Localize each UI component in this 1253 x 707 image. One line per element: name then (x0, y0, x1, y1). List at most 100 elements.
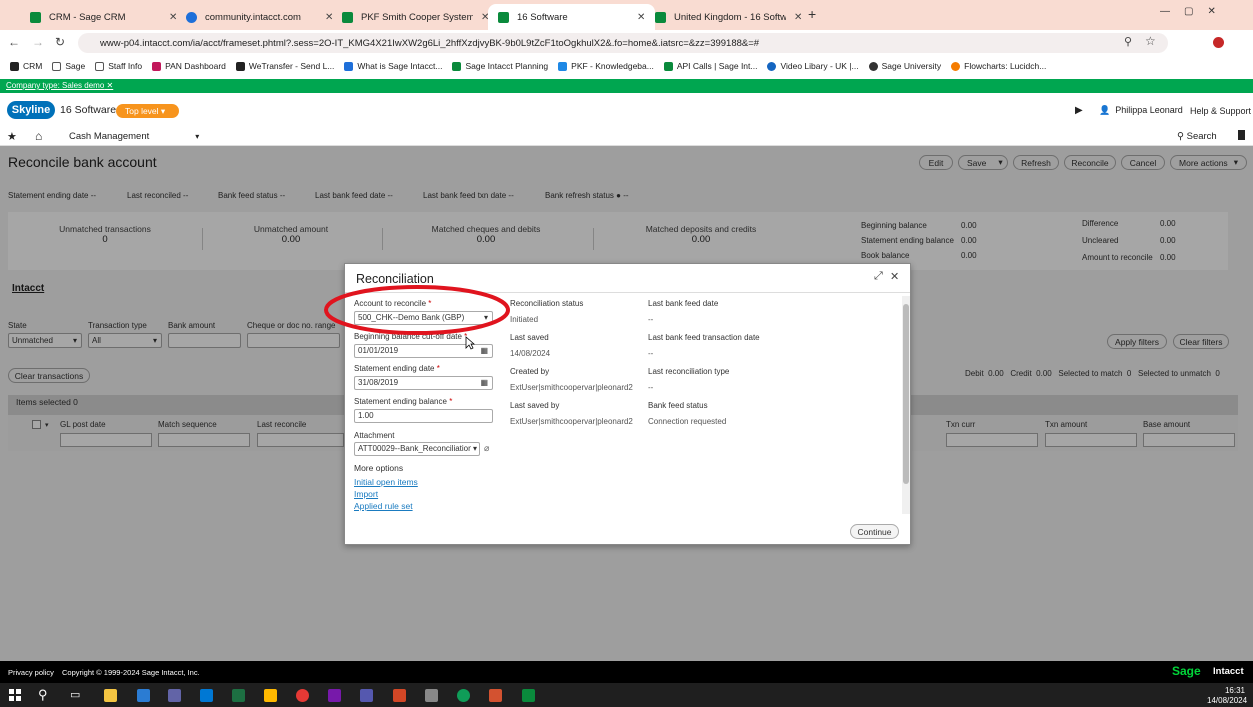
calendar-icon: ▦ (480, 378, 488, 387)
back-icon[interactable]: ← (8, 35, 20, 49)
search-icon[interactable]: ⚲ (38, 687, 48, 703)
applied-rule-set-link[interactable]: Applied rule set (354, 501, 413, 511)
bookmark-video-library[interactable]: Video Libary - UK |... (767, 61, 859, 71)
app-icon[interactable] (360, 689, 373, 702)
system-clock[interactable]: 16:31 14/08/2024 (1207, 686, 1247, 706)
dialog-scrollbar[interactable] (902, 296, 910, 514)
browser-tab-1[interactable]: CRM - Sage CRM ✕ (20, 4, 187, 30)
tab-favicon-icon (30, 11, 41, 23)
reload-icon[interactable]: ↻ (55, 35, 65, 49)
close-tab-icon[interactable]: ✕ (794, 12, 802, 23)
more-options-heading: More options (354, 463, 404, 473)
app-header (0, 93, 1253, 127)
bookmark-sage[interactable]: Sage (52, 61, 85, 71)
chrome-icon[interactable] (296, 689, 309, 702)
last-bank-feed-txn-label: Last bank feed transaction date (648, 333, 760, 342)
forward-icon[interactable]: → (32, 35, 44, 49)
os-taskbar (0, 683, 1253, 707)
intacct-logo: Intacct (1213, 666, 1244, 677)
annotation-ellipse (324, 285, 510, 335)
help-support-link[interactable]: Help & Support (1190, 106, 1251, 116)
bookmark-lucidchart[interactable]: Flowcharts: Lucidch... (951, 61, 1046, 71)
browser-tab-bar: CRM - Sage CRM ✕ community.intacct.com ✕ P… (0, 0, 1253, 30)
statement-end-date-input[interactable]: 31/08/2019 ▦ (354, 376, 493, 390)
last-saved-value: 14/08/2024 (510, 349, 551, 358)
window-controls[interactable]: —▢✕ (1160, 6, 1230, 17)
continue-button[interactable]: Continue (850, 524, 899, 539)
bookmark-sage-university[interactable]: Sage University (868, 61, 941, 71)
home-icon[interactable]: ⌂ (35, 129, 42, 143)
expand-icon[interactable]: ⤢ (874, 270, 883, 283)
entity-level-dropdown[interactable]: Top level ▾ (116, 104, 180, 118)
last-saved-by-label: Last saved by (510, 401, 560, 410)
last-bank-feed-date-value: -- (648, 315, 654, 324)
user-menu[interactable]: 👤 Philippa Leonard (1099, 105, 1183, 116)
start-windows-icon[interactable] (9, 689, 21, 701)
profile-avatar[interactable] (1213, 37, 1224, 48)
favorites-star-icon[interactable]: ★ (7, 130, 17, 143)
powerpoint-icon[interactable] (489, 689, 502, 702)
bookmark-crm[interactable]: CRM (10, 61, 42, 71)
reconciliation-status-label: Reconciliation status (510, 299, 584, 308)
initial-open-items-link[interactable]: Initial open items (354, 477, 418, 487)
app-icon[interactable] (393, 689, 406, 702)
last-reconciliation-type-label: Last reconciliation type (648, 367, 730, 376)
copyright-text: Copyright © 1999-2024 Sage Intacct, Inc. (62, 668, 200, 677)
last-reconciliation-type-value: -- (648, 383, 654, 392)
calculator-icon[interactable] (264, 689, 277, 702)
camera-icon[interactable] (425, 689, 438, 702)
search-icon: ⚲ (1177, 131, 1184, 142)
bookmark-intacct-planning[interactable]: Sage Intacct Planning (452, 61, 548, 71)
calendar-icon: ▦ (480, 346, 488, 355)
onenote-icon[interactable] (328, 689, 341, 702)
bookmark-api-calls[interactable]: API Calls | Sage Int... (663, 61, 757, 71)
module-menu[interactable]: Cash Management ▾ (69, 131, 199, 142)
browser-tab-5[interactable]: United Kingdom - 16 Software✕ (645, 4, 812, 30)
scrollbar-thumb[interactable] (903, 304, 909, 484)
page-footer: Privacy policy Copyright © 1999-2024 Sag… (0, 661, 1253, 683)
bookmark-star-icon[interactable]: ☆ (1145, 34, 1156, 48)
bank-feed-status-label: Bank feed status (648, 401, 708, 410)
task-view-icon[interactable]: ▭ (70, 688, 80, 701)
bookmark-sage-intacct[interactable]: What is Sage Intacct... (344, 61, 442, 71)
search-link[interactable]: ⚲ Search (1177, 131, 1217, 142)
tab-favicon-icon (498, 11, 509, 23)
notification-icon[interactable]: ▶ (1075, 105, 1083, 116)
bookmarks-bar: CRM Sage Staff Info PAN Dashboard WeTran… (0, 56, 1253, 76)
statement-end-date-label: Statement ending date * (354, 364, 440, 373)
bookmark-staff-info[interactable]: Staff Info (95, 61, 142, 71)
highlight-ring (324, 285, 510, 335)
browser-tab-3[interactable]: PKF Smith Cooper Systems ✕ (332, 4, 499, 30)
attachment-select[interactable]: ATT00029--Bank_Reconciliation ▾ (354, 442, 480, 456)
tab-favicon-icon (342, 11, 353, 23)
last-saved-by-value: ExtUser|smithcoopervar|pleonard2 (510, 417, 633, 426)
outlook-icon[interactable] (200, 689, 213, 702)
last-bank-feed-date-label: Last bank feed date (648, 299, 719, 308)
browser-tab-2[interactable]: community.intacct.com ✕ (176, 4, 343, 30)
tab-favicon-icon (655, 11, 666, 23)
sage-app-icon[interactable] (522, 689, 535, 702)
teams-icon[interactable] (168, 689, 181, 702)
new-tab-icon[interactable]: + (808, 6, 816, 22)
url-field[interactable]: www-p04.intacct.com/ia/acct/frameset.pht… (78, 33, 1168, 53)
mouse-cursor-icon (465, 336, 475, 350)
zoom-icon[interactable]: ⚲ (1124, 35, 1132, 48)
bookmark-page-icon[interactable] (1238, 130, 1245, 140)
bookmark-pan-dashboard[interactable]: PAN Dashboard (152, 61, 226, 71)
attachment-label: Attachment (354, 431, 395, 440)
browser-tab-active[interactable]: 16 Software ✕ (488, 4, 656, 30)
bookmark-pkf-knowledge[interactable]: PKF - Knowledgeba... (558, 61, 654, 71)
statement-end-balance-input[interactable]: 1.00 (354, 409, 493, 423)
created-by-label: Created by (510, 367, 550, 376)
word-icon[interactable] (137, 689, 150, 702)
paperclip-icon[interactable]: ⌀ (484, 443, 489, 454)
file-explorer-icon[interactable] (104, 689, 117, 702)
excel-icon[interactable] (232, 689, 245, 702)
company-type-bar: Company type: Sales demo ✕ (0, 79, 1253, 93)
user-icon: 👤 (1099, 105, 1111, 115)
edge-icon[interactable] (457, 689, 470, 702)
privacy-policy-link[interactable]: Privacy policy (8, 668, 54, 677)
import-link[interactable]: Import (354, 489, 378, 499)
close-icon[interactable]: ✕ (890, 270, 899, 283)
bookmark-wetransfer[interactable]: WeTransfer - Send L... (235, 61, 334, 71)
